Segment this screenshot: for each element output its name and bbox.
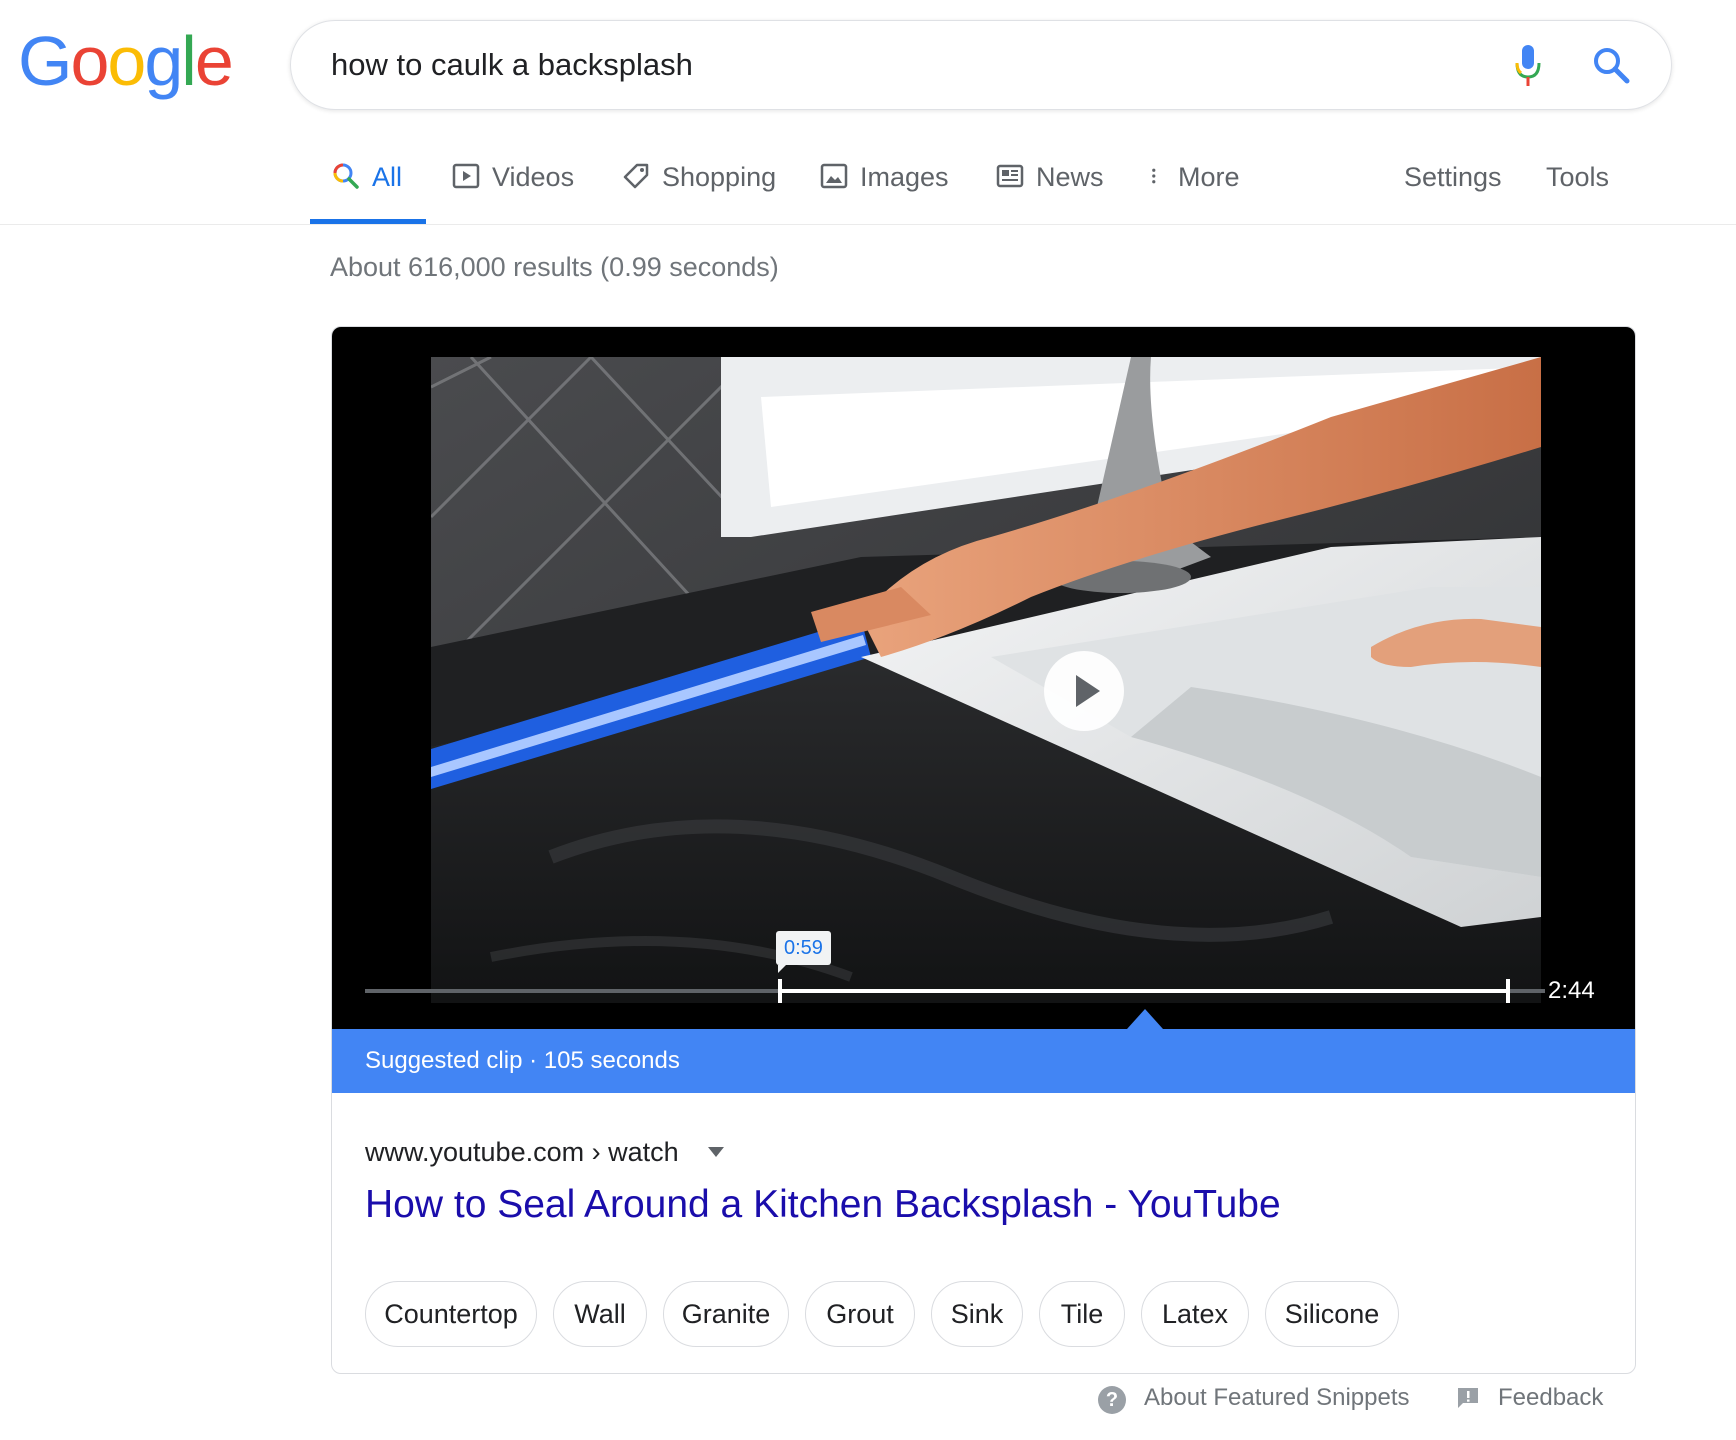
logo-letter: e <box>194 22 234 100</box>
suggested-clip-range <box>778 989 1508 993</box>
suggested-clip-label: Suggested clip · 105 seconds <box>365 1047 680 1074</box>
tab-videos[interactable]: Videos <box>452 148 574 224</box>
video-thumbnail-image <box>431 357 1541 1003</box>
featured-snippet: 0:59 2:44 Suggested clip · 105 seconds w… <box>331 326 1636 1374</box>
clip-start-time: 0:59 <box>776 931 831 973</box>
more-vertical-icon <box>1152 168 1156 184</box>
url-dropdown-icon[interactable] <box>708 1147 724 1157</box>
logo-letter: o <box>70 22 109 100</box>
chip-sink[interactable]: Sink <box>931 1281 1023 1347</box>
logo-letter: G <box>18 22 72 100</box>
clip-pointer <box>1127 1009 1163 1029</box>
chip-latex[interactable]: Latex <box>1141 1281 1249 1347</box>
chip-wall[interactable]: Wall <box>553 1281 647 1347</box>
logo-letter: o <box>107 22 146 100</box>
feedback-icon[interactable] <box>1456 1386 1480 1410</box>
tab-label: Images <box>860 162 949 192</box>
video-icon <box>452 163 480 189</box>
tab-shopping[interactable]: Shopping <box>622 148 776 224</box>
search-input[interactable] <box>331 21 1431 109</box>
google-logo[interactable]: Google <box>18 22 234 100</box>
tab-tools[interactable]: Tools <box>1546 148 1609 224</box>
about-featured-snippets-link[interactable]: About Featured Snippets <box>1144 1384 1410 1412</box>
play-button[interactable] <box>1044 651 1124 731</box>
logo-letter: g <box>144 22 183 100</box>
tab-all[interactable]: All <box>310 148 426 224</box>
tab-images[interactable]: Images <box>820 148 949 224</box>
chip-granite[interactable]: Granite <box>663 1281 789 1347</box>
search-box <box>290 20 1672 110</box>
chip-countertop[interactable]: Countertop <box>365 1281 537 1347</box>
chip-tile[interactable]: Tile <box>1039 1281 1125 1347</box>
help-icon[interactable]: ? <box>1098 1386 1126 1414</box>
chip-silicone[interactable]: Silicone <box>1265 1281 1399 1347</box>
logo-letter: l <box>181 22 197 100</box>
result-url: www.youtube.com › watch <box>365 1137 679 1167</box>
microphone-icon[interactable] <box>1513 43 1543 89</box>
chip-grout[interactable]: Grout <box>805 1281 915 1347</box>
result-title-link[interactable]: How to Seal Around a Kitchen Backsplash … <box>365 1183 1281 1227</box>
search-submit-icon[interactable] <box>1591 45 1631 85</box>
clip-end-marker <box>1506 979 1510 1003</box>
tag-icon <box>623 163 649 189</box>
suggested-clip-bar[interactable]: Suggested clip · 105 seconds <box>332 1029 1635 1093</box>
search-tabs: All Videos Shopping Images News More Set… <box>310 148 1610 224</box>
clip-start-marker <box>778 979 782 1003</box>
tab-label: Settings <box>1404 162 1502 192</box>
tab-label: News <box>1036 162 1104 192</box>
tab-label: Shopping <box>662 162 777 192</box>
video-player[interactable]: 0:59 2:44 <box>332 327 1635 1029</box>
tab-news[interactable]: News <box>996 148 1104 224</box>
tabs-divider <box>0 224 1736 225</box>
tab-label: All <box>372 162 403 192</box>
tab-label: More <box>1178 162 1240 192</box>
result-stats: About 616,000 results (0.99 seconds) <box>330 252 779 282</box>
tab-label: Tools <box>1546 162 1610 192</box>
tab-label: Videos <box>492 162 575 192</box>
video-thumbnail[interactable] <box>431 357 1541 1003</box>
feedback-link[interactable]: Feedback <box>1498 1384 1603 1412</box>
news-icon <box>996 164 1024 188</box>
search-icon <box>333 163 359 189</box>
image-icon <box>820 163 848 189</box>
video-duration: 2:44 <box>1548 977 1595 1004</box>
tab-settings[interactable]: Settings <box>1404 148 1502 224</box>
tab-more[interactable]: More <box>1148 148 1240 224</box>
